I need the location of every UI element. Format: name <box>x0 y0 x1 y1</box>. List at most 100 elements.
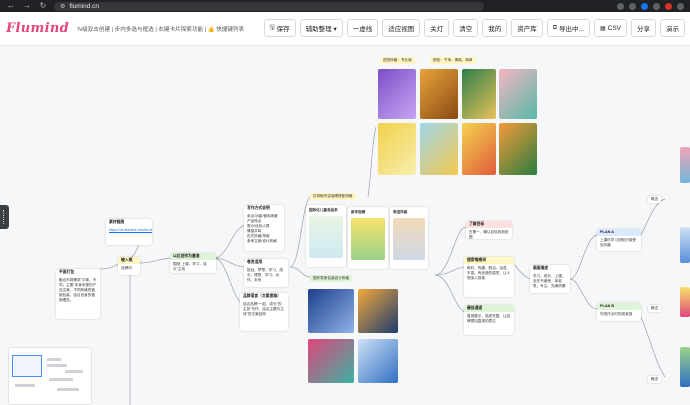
minimap-block <box>65 370 83 373</box>
connector <box>639 198 666 238</box>
plan-b-node[interactable]: PLAN B 完成作业时的成就感 <box>597 303 641 321</box>
forward-icon[interactable]: → <box>22 2 32 10</box>
extension-icon[interactable] <box>641 2 648 10</box>
zoom-icon[interactable] <box>617 2 624 10</box>
toolbar-button-4[interactable]: 关灯 <box>424 19 450 37</box>
logo-text: Flumind <box>6 21 69 36</box>
mindmap-canvas[interactable]: 平面打包 融合市场需求"平衡，不同，主图"本身来源的产品文案，不同风格的营销包装… <box>0 47 690 405</box>
url-bar[interactable]: ⚙ flumind.cn <box>54 1 484 11</box>
toolbar-button-5[interactable]: 清空 <box>453 19 479 37</box>
minimap[interactable] <box>8 347 92 405</box>
minimap-block <box>47 358 61 361</box>
toolbar-button-8[interactable]: ⧉ 导出中... <box>546 19 590 37</box>
minimap-viewport[interactable] <box>12 355 42 377</box>
emotion-node[interactable]: 搜索情感词 奇妙、有趣、鲜活、活泼、丰富、有创造的感觉，让人想深入探索 <box>464 257 514 297</box>
feature-tagline: 'N级双击创建 | 步内多选与框选 | 右键卡片探索功能 | 👍 快捷键列表 <box>76 26 245 33</box>
product-image[interactable] <box>393 218 425 260</box>
edge-label[interactable]: 概念 <box>648 376 662 383</box>
toolbar-button-label: 保存 <box>276 26 290 33</box>
product-image[interactable] <box>680 287 690 317</box>
style-item: 参考文案/设计风格 <box>247 239 277 243</box>
toolbar-button-label: 关灯 <box>430 26 444 33</box>
brand-language-node[interactable]: 品牌语言（文案思路） 结合品牌"一起，成长"的主张"写作，结合主题与主线"的文案… <box>240 293 288 331</box>
node-title: 画面描述 <box>533 266 549 270</box>
product-image[interactable] <box>378 123 416 175</box>
product-image[interactable] <box>680 227 690 263</box>
material-link[interactable]: https://ce.flumind.cn/s/sh.abs/gkuu/uskj… <box>109 228 152 233</box>
snack-style-tag[interactable]: 国外零食包装设计风格 <box>310 275 352 282</box>
input-node[interactable]: 输入框 品牌词 <box>118 257 140 275</box>
product-image[interactable] <box>358 289 398 333</box>
scene-node[interactable]: 卷发适用 挑战、梦想、学习、成长、理想、学习、伙伴、未来 <box>244 259 288 287</box>
browser-extensions <box>617 2 684 10</box>
visual-style-tag[interactable]: 视觉风格：专业版 <box>380 57 415 64</box>
toolbar-button-11[interactable]: 演示 <box>660 19 685 37</box>
image-group-node[interactable]: 简洁风格 <box>390 207 428 269</box>
toolbar-button-0[interactable]: 🖫 保存 <box>263 19 296 37</box>
product-image[interactable] <box>680 147 690 183</box>
connector <box>139 257 173 264</box>
writing-style-node[interactable]: 写作方式说明 卖点/功能/使用场景 产品特点 受众/目标人群 情感共鸣 形式风格… <box>244 205 284 251</box>
product-image[interactable] <box>309 216 343 258</box>
product-image[interactable] <box>358 339 398 383</box>
toolbar-button-6[interactable]: 我的 <box>482 19 508 37</box>
back-icon[interactable]: ← <box>6 2 16 10</box>
plan-a-node[interactable]: PLAN A 上课时学习到知识感受到乐趣 <box>597 229 641 251</box>
avatar[interactable] <box>665 2 672 10</box>
menu-icon[interactable] <box>677 2 684 10</box>
product-image[interactable] <box>462 69 496 119</box>
toolbar-button-label: 分享 <box>637 26 650 33</box>
root-node[interactable]: 平面打包 融合市场需求"平衡，不同，主图"本身来源的产品文案，不同风格的营销包装… <box>56 269 100 319</box>
reload-icon[interactable]: ↻ <box>38 2 48 10</box>
toolbar-button-10[interactable]: 分享 <box>631 19 656 37</box>
site-info-icon[interactable]: ⚙ <box>60 3 65 10</box>
scene-description-node[interactable]: 画面描述 学习，成长，上课，坐在书桌旁，拿起笔，专注、充满热情 <box>530 265 570 293</box>
toolbar-button-2[interactable]: 一虚线 <box>346 19 379 37</box>
toolbar-button-label: 清空 <box>459 26 473 33</box>
color-tag[interactable]: 颜色：干净、清爽、简单 <box>430 57 476 64</box>
product-image[interactable] <box>499 123 537 175</box>
image-group-node[interactable]: 新手指南 <box>348 207 388 269</box>
product-image[interactable] <box>462 123 496 175</box>
toolbar-button-label: 辅助整理 ▾ <box>305 26 337 33</box>
product-image[interactable] <box>499 69 537 119</box>
node-title: 以红创作为基准 <box>170 253 216 260</box>
product-style-tag[interactable]: 抗抑郁内容吸睛搭配风格 <box>310 193 356 200</box>
node-body: 奇妙、有趣、鲜活、活泼、丰富、有创造的感觉，让人想深入探索 <box>467 266 511 280</box>
product-image[interactable] <box>308 339 354 383</box>
toolbar-button-3[interactable]: 适应视图 <box>382 19 421 37</box>
channel-node[interactable]: 最佳通道 直观展示、描述完整、让品牌更加直观的表达 <box>464 305 514 335</box>
connector <box>639 314 666 378</box>
connector <box>514 264 531 280</box>
product-image[interactable] <box>420 69 458 119</box>
product-image[interactable] <box>308 289 354 333</box>
toolbar-button-label: 演示 <box>666 26 679 33</box>
extension-icon[interactable] <box>653 2 660 10</box>
export-icon: ⧉ <box>552 24 558 31</box>
star-icon[interactable] <box>629 2 636 10</box>
node-title: 最佳通道 <box>464 305 514 312</box>
link-node[interactable]: 素材链接 https://ce.flumind.cn/s/sh.abs/gkuu… <box>106 219 152 245</box>
edge-label[interactable]: 概念 <box>648 305 662 312</box>
group-label: 国际化儿童食品系 <box>309 208 338 212</box>
product-image[interactable] <box>420 123 458 175</box>
product-image[interactable] <box>680 347 690 387</box>
image-group-node[interactable]: 国际化儿童食品系 <box>306 205 346 267</box>
product-image[interactable] <box>351 218 385 260</box>
toolbar-button-1[interactable]: 辅助整理 ▾ <box>299 19 343 37</box>
center-node[interactable]: 以红创作为基准 围绕"上课，学习，成长"主线 <box>170 253 216 273</box>
product-image[interactable] <box>378 69 416 119</box>
group-label: 新手指南 <box>351 210 366 214</box>
minimap-block <box>49 378 73 381</box>
connector <box>213 257 247 268</box>
browser-address-row: ← → ↻ ⚙ flumind.cn <box>0 0 690 12</box>
connector <box>367 126 377 198</box>
app-logo[interactable]: Flumind <box>6 21 69 36</box>
edge-label[interactable]: 概念 <box>648 196 662 203</box>
toolbar-button-label: 适应视图 <box>388 26 415 33</box>
toolbar-button-label: 一虚线 <box>352 26 373 33</box>
toolbar-button-7[interactable]: 资产库 <box>511 19 543 37</box>
connector <box>289 266 311 278</box>
goal-node[interactable]: 了解目标 在第一、确认目标找到依据 <box>466 221 512 239</box>
toolbar-button-9[interactable]: ▦ CSV <box>593 19 627 37</box>
